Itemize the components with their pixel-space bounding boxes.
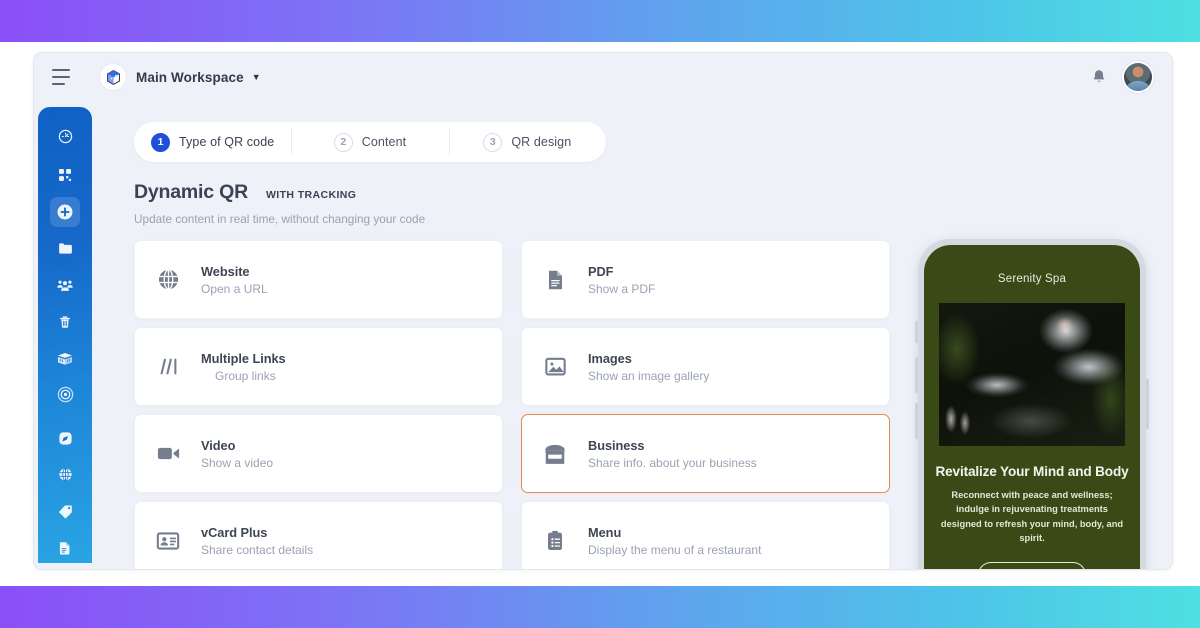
image-gallery-icon <box>538 350 572 384</box>
qr-type-card-images[interactable]: Images Show an image gallery <box>521 327 890 406</box>
book-now-button[interactable]: Book Now <box>978 561 1086 569</box>
sidebar-item-dashboard[interactable] <box>50 121 80 151</box>
pdf-file-icon <box>538 263 572 297</box>
avatar[interactable] <box>1124 63 1152 91</box>
sidebar-item-folders[interactable] <box>50 233 80 263</box>
sidebar-item-create-new[interactable] <box>50 196 80 227</box>
globe-icon <box>151 263 185 297</box>
step-number: 3 <box>483 132 503 152</box>
card-title: Website <box>201 263 250 279</box>
preview-headline: Revitalize Your Mind and Body <box>935 464 1129 479</box>
qr-type-card-business[interactable]: Business Share info. about your business <box>521 414 890 493</box>
bottom-gradient-band <box>0 586 1200 628</box>
sidebar-item-tags[interactable] <box>50 496 80 526</box>
qr-type-card-menu[interactable]: Menu Display the menu of a restaurant <box>521 501 890 569</box>
card-title: Multiple Links <box>201 350 286 366</box>
phone-volume-button <box>915 403 918 439</box>
hamburger-icon[interactable] <box>52 69 74 85</box>
bell-icon[interactable] <box>1088 66 1110 88</box>
step-label: Type of QR code <box>179 135 275 149</box>
card-subtitle: Display the menu of a restaurant <box>588 542 762 557</box>
phone-preview: Serenity Spa Revitalize Your Mind and Bo… <box>915 239 1149 569</box>
step-label: QR design <box>511 135 572 149</box>
step-number: 1 <box>151 132 170 152</box>
cube-logo-icon <box>100 64 126 90</box>
card-title: Business <box>588 437 645 453</box>
card-title: Menu <box>588 524 622 540</box>
menu-clipboard-icon <box>538 524 572 558</box>
video-camera-icon <box>151 437 185 471</box>
card-subtitle: Show a video <box>201 455 274 470</box>
sidebar-item-team[interactable] <box>50 270 80 300</box>
wizard-stepper: 1 Type of QR code 2 Content 3 QR design <box>134 122 606 162</box>
vcard-contact-icon <box>151 524 185 558</box>
card-title: vCard Plus <box>201 524 268 540</box>
multiple-links-icon <box>151 350 185 384</box>
phone-screen: Serenity Spa Revitalize Your Mind and Bo… <box>924 245 1140 569</box>
stage: Main Workspace ▼ 1 Type of QR code 2 Con… <box>0 42 1200 586</box>
step-qr-design[interactable]: 3 QR design <box>448 122 606 162</box>
card-title: Video <box>201 437 236 453</box>
qr-type-card-multiple-links[interactable]: Multiple Links Group links <box>134 327 503 406</box>
sidebar-item-trash[interactable] <box>50 307 80 337</box>
sidebar-item-domains[interactable] <box>50 460 80 490</box>
chevron-down-icon[interactable]: ▼ <box>252 72 261 82</box>
card-subtitle: Show an image gallery <box>588 368 710 383</box>
workspace-name[interactable]: Main Workspace <box>136 70 244 85</box>
topbar-actions <box>1088 63 1152 91</box>
sidebar-item-bulk-create[interactable] <box>50 343 80 373</box>
card-title: PDF <box>588 263 614 279</box>
page-subtitle: Update content in real time, without cha… <box>134 212 426 226</box>
card-subtitle: Open a URL <box>201 281 268 296</box>
card-subtitle: Share contact details <box>201 542 314 557</box>
qr-type-grid: Website Open a URL PDF Show a PDF Multip… <box>134 240 890 569</box>
step-number: 2 <box>333 132 353 152</box>
spa-massage-photo <box>939 303 1125 446</box>
sidebar-item-reports[interactable] <box>50 533 80 563</box>
qr-type-card-pdf[interactable]: PDF Show a PDF <box>521 240 890 319</box>
preview-brand: Serenity Spa <box>997 273 1067 285</box>
card-subtitle: Group links <box>215 368 276 383</box>
tracking-badge: WITH TRACKING <box>265 189 357 201</box>
top-bar: Main Workspace ▼ <box>34 53 1172 101</box>
preview-body-text: Reconnect with peace and wellness; indul… <box>940 490 1124 544</box>
qr-type-card-website[interactable]: Website Open a URL <box>134 240 503 319</box>
app-window: Main Workspace ▼ 1 Type of QR code 2 Con… <box>33 52 1173 570</box>
card-subtitle: Share info. about your business <box>588 455 757 470</box>
sidebar-item-qr-codes[interactable] <box>50 160 80 190</box>
sidebar-item-campaigns[interactable] <box>50 380 80 410</box>
phone-frame: Serenity Spa Revitalize Your Mind and Bo… <box>915 239 1149 569</box>
page-title: Dynamic QR <box>134 181 248 203</box>
qr-type-card-video[interactable]: Video Show a video <box>134 414 503 493</box>
sidebar-rail <box>38 107 92 563</box>
qr-type-card-vcard-plus[interactable]: vCard Plus Share contact details <box>134 501 503 569</box>
sidebar-item-explore[interactable] <box>50 423 80 453</box>
main-content: 1 Type of QR code 2 Content 3 QR design … <box>98 105 1172 569</box>
page-heading: Dynamic QR WITH TRACKING <box>134 181 356 204</box>
storefront-icon <box>538 437 572 471</box>
phone-power-button <box>1146 379 1149 429</box>
top-gradient-band <box>0 0 1200 42</box>
step-label: Content <box>361 135 407 149</box>
step-content[interactable]: 2 Content <box>291 122 448 162</box>
card-subtitle: Show a PDF <box>588 281 656 296</box>
card-title: Images <box>588 350 632 366</box>
step-type-of-qr-code[interactable]: 1 Type of QR code <box>134 122 291 162</box>
